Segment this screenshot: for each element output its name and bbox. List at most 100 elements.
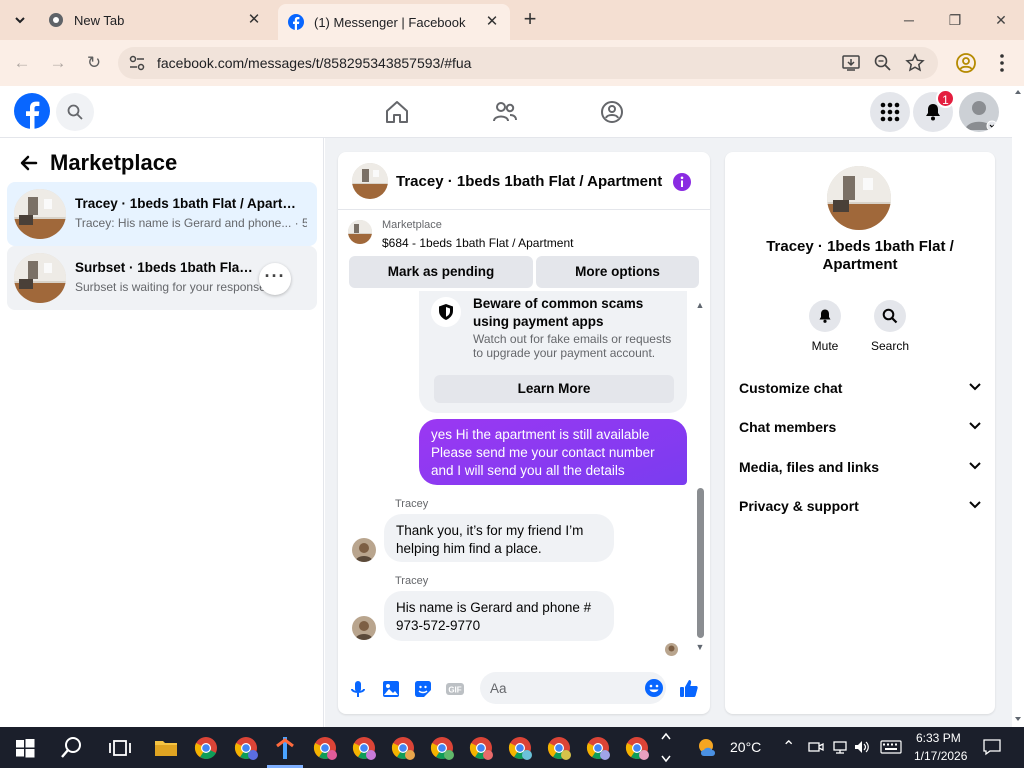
close-window-button[interactable]: ✕ (978, 6, 1024, 34)
section-customize-chat[interactable]: Customize chat (739, 376, 983, 400)
gif-icon[interactable]: GIF (444, 678, 466, 700)
scam-warning-title: Beware of common scams using payment app… (473, 296, 644, 329)
conversation-item[interactable]: Surbset · 1beds 1bath Flat / Apartment S… (7, 246, 317, 310)
section-media-files-links[interactable]: Media, files and links (739, 455, 983, 479)
weather-icon[interactable] (694, 734, 722, 762)
notification-center-icon[interactable] (982, 738, 1002, 756)
address-bar[interactable]: facebook.com/messages/t/858295343857593/… (118, 47, 938, 79)
minimize-button[interactable]: ─ (886, 6, 932, 34)
listing-price-title[interactable]: $684 - 1beds 1bath Flat / Apartment (382, 236, 573, 250)
listing-thumbnail (348, 220, 372, 244)
chrome-profile-icon[interactable] (232, 734, 260, 762)
emoji-icon[interactable] (644, 678, 664, 698)
incoming-message[interactable]: Thank you, it’s for my friend I’m helpin… (384, 514, 614, 562)
section-privacy-support[interactable]: Privacy & support (739, 494, 983, 518)
restore-button[interactable]: ❐ (932, 6, 978, 34)
close-tab-icon[interactable]: ✕ (246, 12, 262, 28)
profile-icon[interactable] (954, 51, 978, 75)
windows-start-icon[interactable] (11, 734, 39, 762)
microphone-icon[interactable] (347, 678, 369, 700)
chrome-icon[interactable] (192, 734, 220, 762)
thumbs-up-icon[interactable] (678, 678, 700, 700)
chrome-profile-icon[interactable] (545, 734, 573, 762)
meet-now-icon[interactable] (808, 739, 824, 755)
chrome-profile-icon[interactable] (623, 734, 651, 762)
outgoing-message[interactable]: yes Hi the apartment is still available … (419, 419, 687, 485)
chat-avatar[interactable] (352, 163, 388, 199)
photo-icon[interactable] (380, 678, 402, 700)
chevron-down-icon (969, 462, 981, 470)
sticker-icon[interactable] (412, 678, 434, 700)
site-info-icon[interactable] (128, 54, 146, 72)
search-icon[interactable] (58, 734, 86, 762)
fb-search-button[interactable] (56, 93, 94, 131)
chat-scrollbar[interactable]: ▲ ▼ (694, 298, 706, 654)
back-button[interactable]: ← (8, 49, 36, 77)
message-input[interactable]: Aa (480, 672, 666, 704)
section-chat-members[interactable]: Chat members (739, 415, 983, 439)
message-input-placeholder: Aa (490, 681, 507, 696)
chrome-profile-icon[interactable] (506, 734, 534, 762)
chrome-profile-icon[interactable] (428, 734, 456, 762)
chrome-profile-icon[interactable] (467, 734, 495, 762)
groups-icon[interactable] (598, 98, 626, 126)
chrome-profile-icon[interactable] (584, 734, 612, 762)
show-hidden-icons-chevron[interactable]: ⌃ (782, 737, 795, 757)
clock-time[interactable]: 6:33 PM (916, 731, 961, 745)
chrome-profile-icon[interactable] (350, 734, 378, 762)
tab-title: (1) Messenger | Facebook (314, 14, 466, 30)
account-avatar[interactable] (959, 92, 999, 132)
back-arrow-icon[interactable] (18, 152, 40, 174)
message-composer: GIF Aa (338, 666, 710, 714)
tab-title: New Tab (74, 12, 125, 28)
volume-icon[interactable] (854, 739, 870, 755)
conversation-more-button[interactable]: ··· (259, 263, 291, 295)
more-options-button[interactable]: More options (536, 256, 699, 288)
browser-tab-strip: New Tab ✕ (1) Messenger | Facebook ✕ + ─… (0, 0, 1024, 40)
shield-icon-wrap (431, 297, 461, 327)
chevron-down-icon (969, 422, 981, 430)
tab-search-button[interactable] (8, 8, 32, 32)
home-icon[interactable] (383, 98, 411, 126)
friends-icon[interactable] (491, 98, 519, 126)
conversation-item[interactable]: Tracey · 1beds 1bath Flat / Apartment Tr… (7, 182, 317, 246)
info-avatar[interactable] (827, 166, 891, 230)
network-icon[interactable] (832, 739, 848, 755)
close-tab-icon[interactable]: ✕ (484, 14, 500, 30)
info-icon[interactable] (672, 172, 692, 192)
tab-messenger[interactable]: (1) Messenger | Facebook ✕ (278, 4, 510, 40)
search-in-conversation-button[interactable]: Search (860, 300, 920, 353)
scrollbar-thumb[interactable] (697, 488, 704, 638)
facebook-logo-icon[interactable] (14, 93, 50, 129)
bookmark-star-icon[interactable] (904, 52, 926, 74)
mark-as-pending-button[interactable]: Mark as pending (349, 256, 533, 288)
scroll-down-arrow[interactable]: ▼ (695, 642, 705, 652)
forward-button[interactable]: → (44, 49, 72, 77)
mute-button[interactable]: Mute (795, 300, 855, 353)
browser-menu-icon[interactable] (990, 51, 1014, 75)
incoming-message[interactable]: His name is Gerard and phone # 973-572-9… (384, 591, 614, 641)
reload-button[interactable]: ↻ (80, 49, 108, 77)
install-app-icon[interactable] (840, 52, 862, 74)
chat-title[interactable]: Tracey · 1beds 1bath Flat / Apartment (396, 173, 662, 190)
file-explorer-icon[interactable] (152, 734, 180, 762)
listing-thumbnail (14, 253, 66, 303)
clock-date[interactable]: 1/17/2026 (914, 749, 967, 763)
sender-avatar[interactable] (352, 538, 376, 562)
page-scrollbar[interactable] (1012, 86, 1024, 727)
chrome-profile-icon[interactable] (311, 734, 339, 762)
chrome-icon (49, 13, 63, 27)
pinned-app-icon[interactable] (271, 734, 299, 762)
scroll-up-arrow[interactable]: ▲ (695, 300, 705, 310)
sender-avatar[interactable] (352, 616, 376, 640)
task-view-icon[interactable] (106, 734, 134, 762)
menu-button[interactable] (870, 92, 910, 132)
zoom-icon[interactable] (872, 52, 894, 74)
taskbar-overflow-icon[interactable] (660, 730, 672, 765)
new-tab-button[interactable]: + (518, 8, 542, 32)
keyboard-icon[interactable] (880, 740, 902, 754)
chrome-profile-icon[interactable] (389, 734, 417, 762)
learn-more-button[interactable]: Learn More (434, 375, 674, 403)
tab-new-tab[interactable]: New Tab ✕ (38, 0, 272, 40)
search-icon (882, 308, 898, 324)
